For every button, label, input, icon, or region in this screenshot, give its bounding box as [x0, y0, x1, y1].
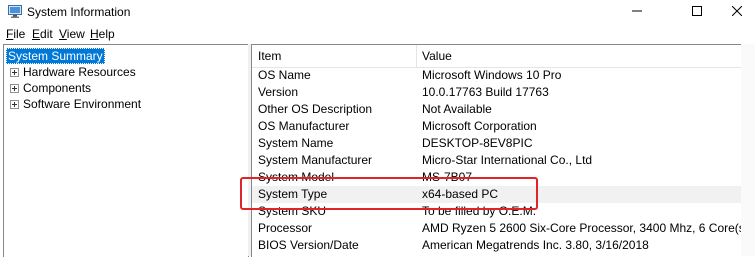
menu-edit[interactable]: Edit	[32, 27, 53, 41]
tree-item-label: Components	[23, 81, 92, 95]
row-item: BIOS Version/Date	[258, 238, 359, 252]
table-row[interactable]: OS Name Microsoft Windows 10 Pro	[252, 67, 755, 84]
row-item: Other OS Description	[258, 102, 373, 116]
menu-bar: File Edit View Help	[0, 25, 755, 43]
title-bar[interactable]: System Information	[0, 0, 755, 24]
row-item: System Manufacturer	[258, 153, 373, 167]
minimize-button[interactable]	[614, 0, 660, 24]
expand-plus-icon[interactable]	[10, 84, 19, 93]
row-item: OS Name	[258, 68, 311, 82]
expand-plus-icon[interactable]	[10, 68, 19, 77]
row-value: DESKTOP-8EV8PIC	[422, 136, 533, 150]
list-header: Item Value	[252, 45, 755, 68]
table-row[interactable]: System Manufacturer Micro-Star Internati…	[252, 152, 755, 169]
row-value: Micro-Star International Co., Ltd	[422, 153, 593, 167]
window-title: System Information	[27, 5, 131, 19]
minimize-icon	[632, 5, 642, 19]
close-icon	[731, 5, 743, 19]
row-value: Not Available	[422, 102, 492, 116]
column-divider[interactable]	[416, 45, 417, 67]
category-tree[interactable]: System Summary Hardware Resources Compon…	[3, 44, 249, 257]
row-item: System Model	[258, 170, 335, 184]
row-value: AMD Ryzen 5 2600 Six-Core Processor, 340…	[422, 221, 755, 235]
maximize-icon	[692, 5, 702, 19]
row-item: System SKU	[258, 204, 327, 218]
tree-item-label: Software Environment	[23, 97, 142, 111]
row-value: x64-based PC	[422, 187, 499, 201]
column-header-item[interactable]: Item	[258, 45, 281, 67]
column-header-value[interactable]: Value	[422, 45, 452, 67]
expand-plus-icon[interactable]	[10, 100, 19, 109]
row-item: OS Manufacturer	[258, 119, 350, 133]
row-item: System Type	[258, 187, 328, 201]
table-row[interactable]: System Model MS-7B07	[252, 169, 755, 186]
table-row-system-type[interactable]: System Type x64-based PC	[252, 186, 755, 203]
system-information-icon	[8, 5, 22, 18]
table-row[interactable]: Other OS Description Not Available	[252, 101, 755, 118]
table-row[interactable]: Version 10.0.17763 Build 17763	[252, 84, 755, 101]
row-value: American Megatrends Inc. 3.80, 3/16/2018	[422, 238, 649, 252]
vertical-scrollbar[interactable]	[741, 44, 755, 256]
table-row[interactable]: BIOS Version/Date American Megatrends In…	[252, 237, 755, 254]
row-item: Processor	[258, 221, 313, 235]
table-row[interactable]: Processor AMD Ryzen 5 2600 Six-Core Proc…	[252, 220, 755, 237]
row-item: Version	[258, 85, 299, 99]
row-item: System Name	[258, 136, 334, 150]
tree-item-label: Hardware Resources	[23, 65, 136, 79]
maximize-button[interactable]	[674, 0, 720, 24]
tree-item-system-summary[interactable]: System Summary	[6, 48, 105, 64]
table-row[interactable]: System Name DESKTOP-8EV8PIC	[252, 135, 755, 152]
menu-help[interactable]: Help	[90, 27, 115, 41]
row-value: Microsoft Corporation	[422, 119, 537, 133]
table-row[interactable]: System SKU To be filled by O.E.M.	[252, 203, 755, 220]
table-row[interactable]: OS Manufacturer Microsoft Corporation	[252, 118, 755, 135]
menu-view[interactable]: View	[59, 27, 85, 41]
details-list[interactable]: Item Value OS Name Microsoft Windows 10 …	[251, 44, 755, 257]
close-button[interactable]	[719, 0, 755, 24]
row-value: Microsoft Windows 10 Pro	[422, 68, 562, 82]
row-value: 10.0.17763 Build 17763	[422, 85, 549, 99]
menu-file[interactable]: File	[6, 27, 25, 41]
row-value: To be filled by O.E.M.	[422, 204, 537, 218]
row-value: MS-7B07	[422, 170, 473, 184]
